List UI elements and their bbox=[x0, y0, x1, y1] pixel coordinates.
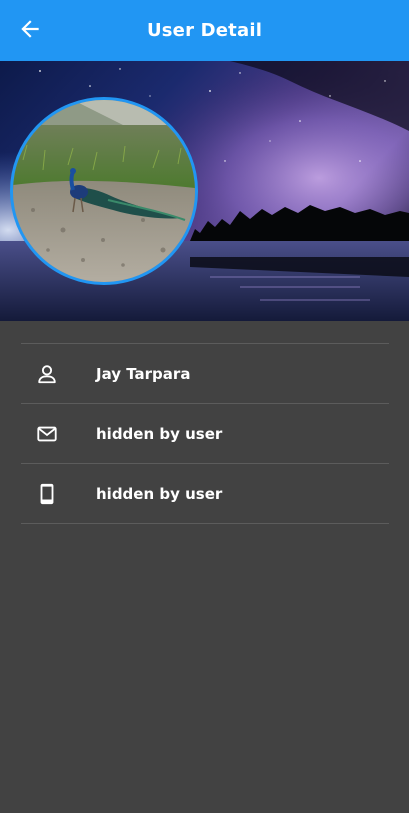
app-bar: User Detail bbox=[0, 0, 409, 61]
person-icon bbox=[35, 362, 59, 386]
user-email: hidden by user bbox=[96, 424, 223, 443]
avatar bbox=[10, 97, 198, 285]
phone-icon bbox=[35, 482, 59, 506]
user-details-list: Jay Tarpara hidden by user hidden by use… bbox=[21, 343, 389, 524]
page-title: User Detail bbox=[146, 20, 263, 41]
user-phone: hidden by user bbox=[96, 484, 223, 503]
email-row[interactable]: hidden by user bbox=[21, 404, 389, 464]
back-button[interactable] bbox=[12, 13, 48, 49]
mail-icon bbox=[35, 422, 59, 446]
name-row[interactable]: Jay Tarpara bbox=[21, 344, 389, 404]
phone-row[interactable]: hidden by user bbox=[21, 464, 389, 524]
user-name: Jay Tarpara bbox=[96, 364, 191, 383]
arrow-back-icon bbox=[17, 16, 43, 46]
